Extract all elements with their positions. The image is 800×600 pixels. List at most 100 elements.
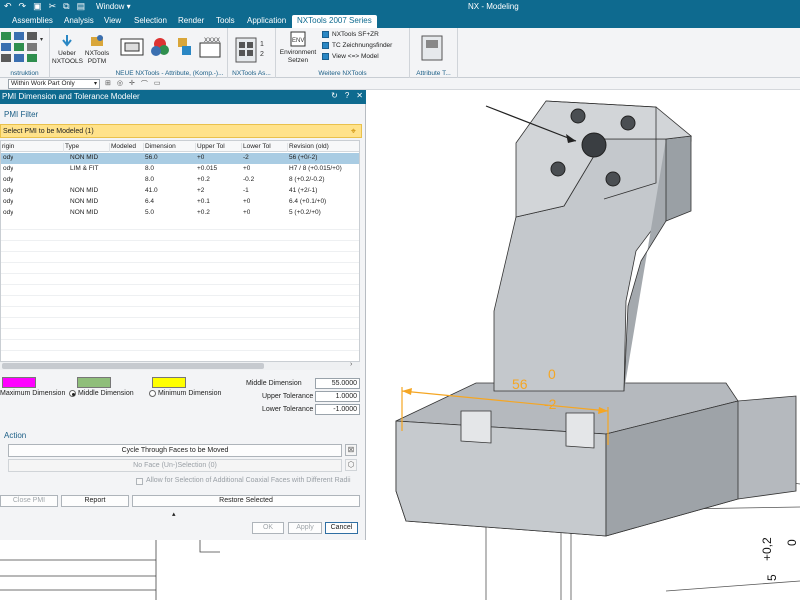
table-empty-row (1, 340, 359, 351)
table-cell: 5 (+0.2/+0) (289, 209, 321, 216)
table-cell: H7 / 8 (+0.015/+0) (289, 165, 342, 172)
table-cell: +0.015 (197, 165, 218, 172)
collapse-arrow-icon[interactable]: ▴ (172, 510, 176, 518)
col-modeled[interactable]: Modeled (109, 143, 136, 152)
tc-icon (322, 42, 329, 49)
close-icon[interactable]: ✕ (356, 91, 363, 100)
table-cell: +0.1 (197, 198, 210, 205)
table-row[interactable]: ody NON MID 5.0 +0.2 +0 5 (+0.2/+0) (1, 208, 359, 219)
ok-button[interactable]: OK (252, 522, 284, 534)
table-empty-row (1, 274, 359, 285)
help-icon[interactable]: ? (345, 91, 349, 100)
col-revision[interactable]: Revision (old) (287, 143, 329, 152)
undo-icon[interactable]: ↶ (4, 1, 12, 12)
upper-tolerance-field[interactable]: 1.0000 (315, 391, 360, 402)
cut-icon[interactable]: ✂ (49, 1, 57, 12)
pmi-modeler-dialog: PMI Dimension and Tolerance Modeler ↻ ? … (0, 90, 366, 540)
allow-coaxial-checkbox[interactable] (136, 478, 143, 485)
col-dimension[interactable]: Dimension (143, 143, 176, 152)
ribbon-group-weitere-nxtools: ENV Environment Setzen NXTools SF+ZR TC … (276, 28, 410, 78)
dimension-lower-tol-text: -2 (544, 396, 557, 412)
max-dimension-radio[interactable]: Maximum Dimension (0, 390, 65, 397)
min-dimension-radio[interactable]: Minimum Dimension (149, 390, 221, 397)
menu-nxtools-2007-series[interactable]: NXTools 2007 Series (292, 15, 377, 28)
middle-dimension-field[interactable]: 55.0000 (315, 378, 360, 389)
col-type[interactable]: Type (63, 143, 79, 152)
table-empty-row (1, 219, 359, 230)
neue-nxtools-icons[interactable]: XXXX (116, 34, 228, 66)
table-hscroll-thumb[interactable] (2, 363, 264, 369)
table-row[interactable]: ody LIM & FIT 8.0 +0.015 +0 H7 / 8 (+0.015/+0… (1, 164, 359, 175)
no-face-selection-button[interactable]: No Face (Un-)Selection (0) (8, 459, 342, 472)
menu-tools[interactable]: Tools (216, 16, 235, 25)
redo-icon[interactable]: ↷ (19, 1, 27, 12)
restore-selected-button[interactable]: Restore Selected (132, 495, 360, 507)
selection-toolbar: Within Work Part Only ▾ ⊞ ◎ ✛ ⌒ ▭ (0, 78, 800, 90)
nxtools-pdtm-button[interactable]: NXTools PDTM (82, 34, 112, 66)
pmi-filter-section[interactable]: PMI Filter (0, 107, 366, 121)
nxtools-sf-zr-button[interactable]: NXTools SF+ZR (322, 31, 379, 38)
model-viewport[interactable]: 56 0 -2 +0,2 0 5 (366, 91, 800, 600)
menu-assemblies[interactable]: Assemblies (12, 16, 53, 25)
ribbon-group-nxtools-info: Ueber NXTOOLS NXTools PDTM (50, 28, 112, 78)
reset-icon[interactable]: ↻ (331, 91, 338, 100)
menu-render[interactable]: Render (178, 16, 204, 25)
table-cell: +0.2 (197, 176, 210, 183)
face-icon[interactable]: ▭ (154, 79, 161, 89)
radio-unselected-icon (149, 390, 156, 397)
drawing-tolerance-text: +0,2 (760, 537, 774, 561)
tc-zeichnungsfinder-button[interactable]: TC Zeichnungsfinder (322, 42, 392, 49)
cycle-faces-button[interactable]: Cycle Through Faces to be Moved (8, 444, 342, 457)
selection-icons: ⊞ ◎ ✛ ⌒ ▭ (105, 79, 160, 89)
table-row[interactable]: ody 8.0 +0.2 -0.2 8 (+0.2/-0.2) (1, 175, 359, 186)
environment-setzen-button[interactable]: ENV Environment Setzen (278, 31, 318, 65)
nxtools-as-icon[interactable]: 12 (230, 34, 274, 66)
ueber-nxtools-button[interactable]: Ueber NXTOOLS (52, 34, 83, 66)
menu-application[interactable]: Application (247, 16, 286, 25)
select-pmi-row[interactable]: Select PMI to be Modeled (1) ⌖ (0, 124, 362, 138)
title-bar: ↶ ↷ ▣ ✂ ⧉ ▤ Window ▾ NX - Modeling (0, 0, 800, 14)
attribute-t-icon[interactable] (414, 34, 454, 66)
sf-zr-icon (322, 31, 329, 38)
mid-dimension-radio[interactable]: Middle Dimension (69, 390, 134, 397)
cancel-button[interactable]: Cancel (325, 522, 358, 534)
menu-analysis[interactable]: Analysis (64, 16, 94, 25)
table-row[interactable]: ody NON MID 56.0 +0 -2 56 (+0/-2) (1, 153, 359, 164)
paste-icon[interactable]: ▤ (77, 1, 86, 12)
menu-selection[interactable]: Selection (134, 16, 167, 25)
view-model-button[interactable]: View <=> Model (322, 53, 379, 60)
col-origin[interactable]: rigin (1, 143, 14, 152)
point-icon[interactable]: ✛ (129, 79, 135, 89)
table-cell: 6.4 (145, 198, 155, 205)
action-section[interactable]: Action (0, 428, 366, 442)
report-button[interactable]: Report (61, 495, 129, 507)
select-pmi-label: Select PMI to be Modeled (1) (3, 128, 94, 135)
apply-button[interactable]: Apply (288, 522, 322, 534)
select-filter-icon[interactable]: ⊞ (105, 79, 111, 89)
graphics-window[interactable]: 56 0 -2 +0,2 0 5 (366, 91, 800, 600)
dimension-value-text: 56 (512, 376, 528, 392)
table-cell: ody (3, 154, 14, 161)
save-icon[interactable]: ▣ (33, 1, 42, 12)
construction-tools-icon[interactable]: ▾ (0, 31, 48, 67)
snap-icon[interactable]: ◎ (117, 79, 123, 89)
face-filter-icon[interactable]: ⬡ (345, 459, 357, 471)
table-cell: 56 (+0/-2) (289, 154, 318, 161)
curve-icon[interactable]: ⌒ (141, 79, 148, 89)
table-row[interactable]: ody NON MID 41.0 +2 -1 41 (+2/-1) (1, 186, 359, 197)
crosshair-icon[interactable]: ⌖ (351, 126, 356, 137)
copy-icon[interactable]: ⧉ (63, 1, 69, 12)
scroll-right-arrow-icon[interactable]: › (350, 361, 352, 368)
selection-scope-dropdown[interactable]: Within Work Part Only ▾ (8, 79, 100, 89)
lower-tolerance-field[interactable]: -1.0000 (315, 404, 360, 415)
menu-view[interactable]: View (104, 16, 121, 25)
window-menu[interactable]: Window ▾ (96, 2, 131, 11)
close-pmi-button[interactable]: Close PMI (0, 495, 58, 507)
col-lower-tol[interactable]: Lower Tol (241, 143, 271, 152)
table-row[interactable]: ody NON MID 6.4 +0.1 +0 6.4 (+0.1/+0) (1, 197, 359, 208)
table-cell: ody (3, 198, 14, 205)
table-cell: 5.0 (145, 209, 155, 216)
clear-faces-icon[interactable]: ⊠ (345, 444, 357, 456)
table-empty-row (1, 307, 359, 318)
col-upper-tol[interactable]: Upper Tol (195, 143, 225, 152)
